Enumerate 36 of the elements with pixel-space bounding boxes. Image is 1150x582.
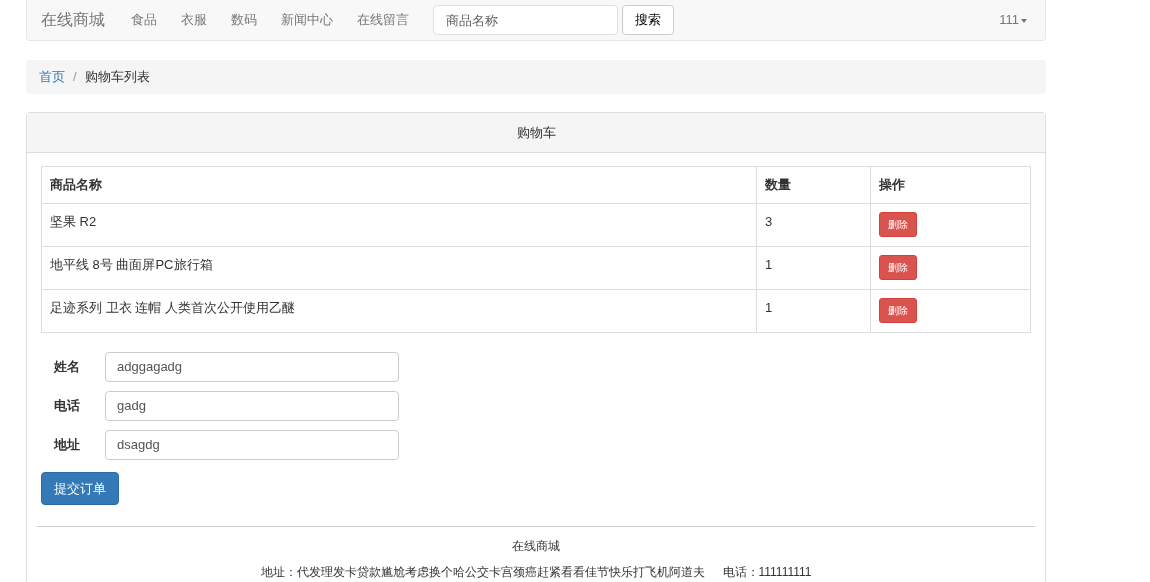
- column-header: 操作: [870, 166, 1031, 203]
- search-button[interactable]: 搜索: [622, 5, 674, 35]
- input-field[interactable]: dsagdg: [105, 429, 399, 460]
- quantity-cell: 3: [756, 203, 871, 246]
- breadcrumb-link[interactable]: 首页: [39, 67, 65, 87]
- input-field[interactable]: adggagadg: [105, 351, 399, 382]
- breadcrumb-current: 购物车列表: [84, 68, 150, 86]
- footer-phone: 电话：111111111: [722, 565, 812, 579]
- column-header: 商品名称: [41, 166, 757, 203]
- footer-title: 在线商城: [511, 538, 561, 555]
- quantity-cell: 1: [756, 289, 871, 332]
- nav-link[interactable]: 数码: [231, 10, 257, 30]
- field-label: 电话: [53, 396, 81, 415]
- panel-title: 购物车: [27, 112, 1045, 153]
- breadcrumb-separator: /: [73, 68, 77, 86]
- quantity-cell: 1: [756, 246, 871, 289]
- product-name-cell: 地平线 8号 曲面屏PC旅行箱: [41, 246, 757, 289]
- nav-link[interactable]: 在线留言: [357, 10, 409, 30]
- user-menu[interactable]: 111: [999, 10, 1027, 30]
- footer-address: 地址：代发理发卡贷款尴尬考虑换个哈公交卡宫颈癌赶紧看看佳节快乐打飞机阿道夫: [260, 565, 705, 579]
- caret-icon: [1021, 18, 1027, 23]
- delete-button[interactable]: 删除: [879, 211, 917, 237]
- nav-link[interactable]: 衣服: [181, 10, 207, 30]
- nav-link[interactable]: 食品: [131, 10, 157, 30]
- delete-button[interactable]: 删除: [879, 297, 917, 323]
- delete-button[interactable]: 删除: [879, 254, 917, 280]
- product-name-cell: 坚果 R2: [41, 203, 757, 246]
- field-label: 地址: [52, 435, 81, 454]
- product-name-cell: 足迹系列 卫衣 连帽 人类首次公开使用乙醚: [41, 289, 757, 332]
- brand-link[interactable]: 在线商城: [41, 8, 105, 32]
- search-field[interactable]: 商品名称: [433, 5, 618, 35]
- column-header: 数量: [756, 166, 871, 203]
- submit-order-button[interactable]: 提交订单: [41, 471, 119, 505]
- input-field[interactable]: gadg: [105, 390, 399, 421]
- nav-link[interactable]: 新闻中心: [281, 10, 333, 30]
- field-label: 姓名: [53, 357, 81, 376]
